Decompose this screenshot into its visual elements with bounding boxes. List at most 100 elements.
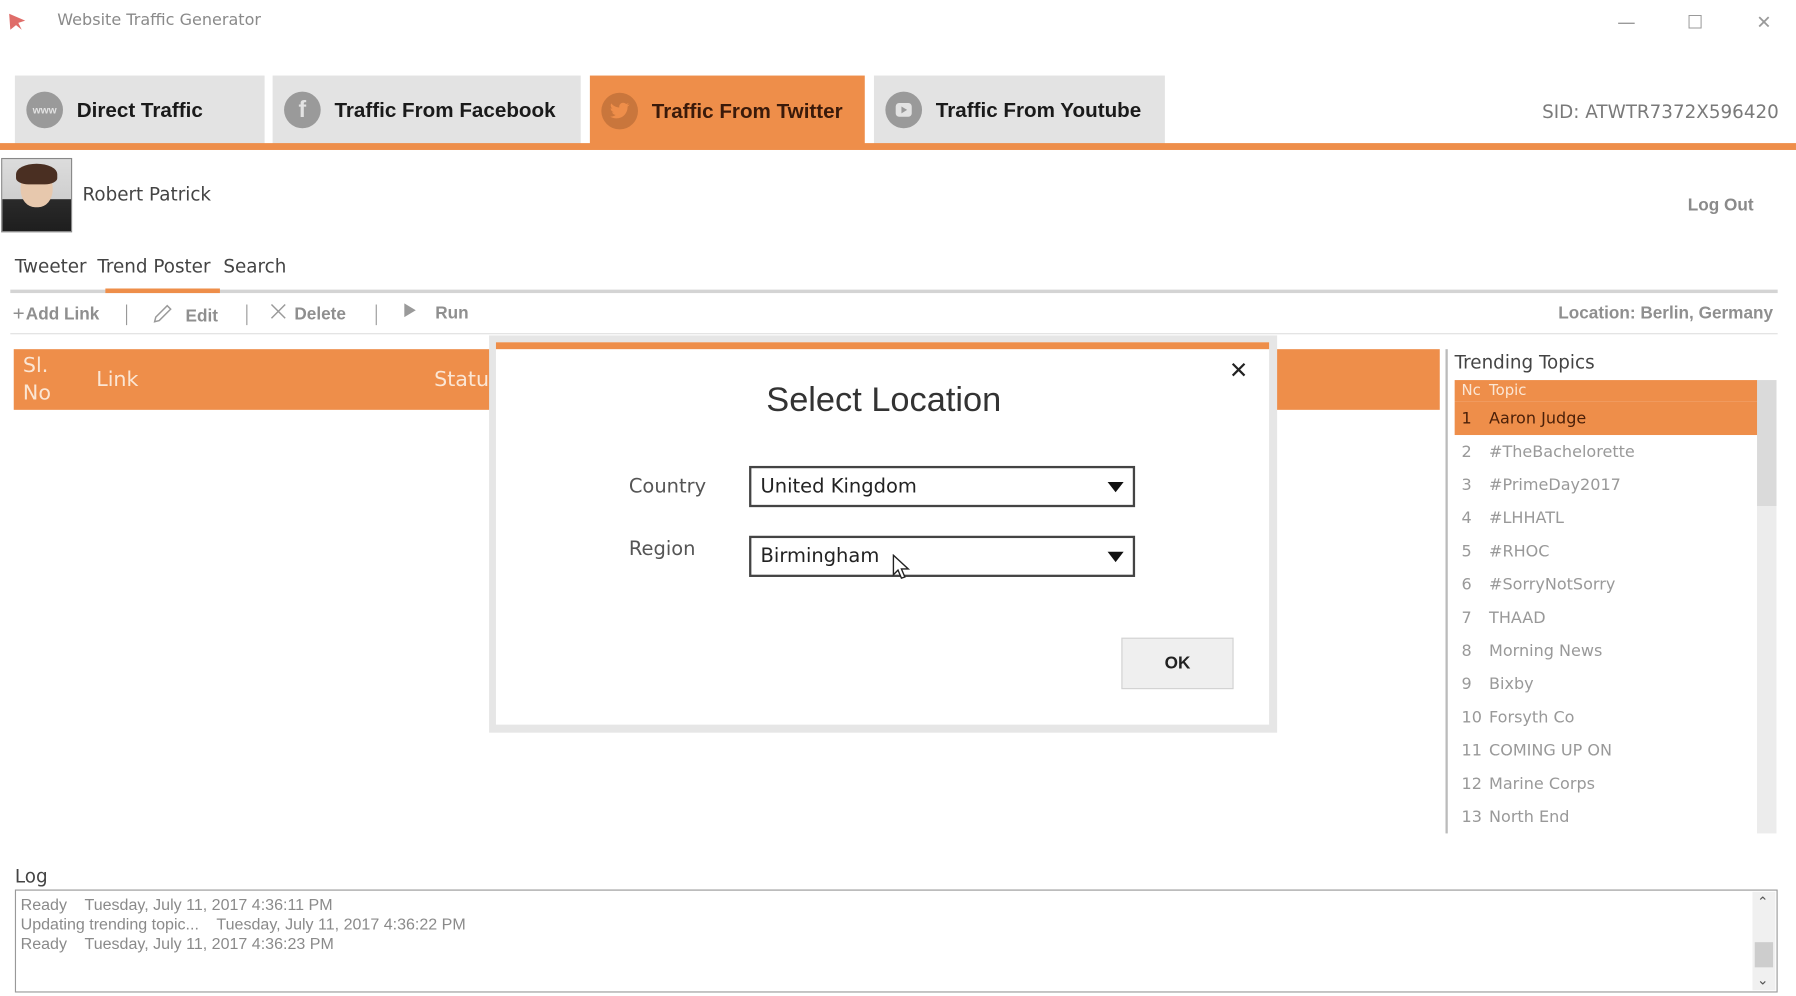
topic-name: Morning News — [1489, 641, 1603, 660]
topic-number: 13 — [1461, 807, 1482, 826]
play-icon — [403, 302, 417, 323]
plus-icon: + — [12, 302, 25, 326]
tab-label: Traffic From Facebook — [334, 97, 556, 121]
topic-number: 12 — [1461, 774, 1482, 793]
toolbar-separator — [125, 304, 128, 326]
trending-topic-item[interactable]: 7 THAAD — [1455, 601, 1757, 634]
add-link-button[interactable]: + Add Link — [13, 302, 100, 326]
topic-name: #TheBachelorette — [1489, 442, 1635, 461]
topic-name: #RHOC — [1489, 542, 1550, 561]
trending-topics-list: Nc Topic 1 Aaron Judge 2 #TheBachelorette 3 #… — [1454, 380, 1758, 833]
trending-topic-item[interactable]: 13 North End — [1455, 800, 1757, 833]
facebook-icon: f — [284, 91, 321, 129]
trending-topic-item[interactable]: 1 Aaron Judge — [1454, 401, 1758, 436]
trending-topic-item[interactable]: 2 #TheBachelorette — [1455, 435, 1757, 468]
log-textarea[interactable]: Ready Tuesday, July 11, 2017 4:36:11 PM U… — [14, 889, 1778, 993]
toolbar-separator — [246, 304, 248, 326]
column-header-sl-no[interactable]: Sl. No — [23, 353, 51, 408]
log-entry: Ready Tuesday, July 11, 2017 4:36:11 PM — [20, 895, 333, 914]
maximize-button[interactable]: ☐ — [1672, 7, 1718, 37]
log-entry: Ready Tuesday, July 11, 2017 4:36:23 PM — [20, 934, 334, 953]
run-label: Run — [435, 302, 469, 323]
user-name: Robert Patrick — [82, 183, 212, 205]
dialog-title: Select Location — [766, 381, 1002, 419]
column-header-sl-no-line1: Sl. — [22, 353, 49, 378]
delete-label: Delete — [294, 303, 346, 324]
tab-traffic-from-youtube[interactable]: Traffic From Youtube — [873, 75, 1165, 145]
subtab-tweeter[interactable]: Tweeter — [15, 255, 87, 277]
trending-topic-item[interactable]: 4 #LHHATL — [1455, 501, 1757, 534]
topic-number: 10 — [1461, 708, 1482, 727]
tab-traffic-from-twitter[interactable]: Traffic From Twitter — [589, 75, 865, 147]
region-value: Birmingham — [760, 544, 880, 568]
topic-name: #PrimeDay2017 — [1489, 475, 1621, 494]
toolbar-separator — [375, 304, 377, 326]
avatar — [1, 157, 73, 233]
topic-number: 4 — [1461, 508, 1472, 528]
trending-topic-item[interactable]: 6 #SorryNotSorry — [1455, 568, 1757, 601]
log-scrollbar-thumb[interactable] — [1754, 942, 1774, 968]
chevron-down-icon — [1107, 481, 1124, 492]
tab-label: Traffic From Youtube — [935, 97, 1142, 121]
trending-topic-item[interactable]: 10 Forsyth Co — [1455, 701, 1757, 734]
minimize-button[interactable]: — — [1604, 7, 1650, 37]
header-no: Nc — [1461, 382, 1481, 400]
subtab-search[interactable]: Search — [223, 255, 286, 277]
trending-topic-item[interactable]: 9 Bixby — [1455, 667, 1757, 700]
topic-number: 8 — [1461, 641, 1472, 660]
dialog-close-button[interactable]: ✕ — [1229, 356, 1248, 383]
edit-button[interactable]: Edit — [151, 302, 218, 329]
column-header-link[interactable]: Link — [96, 367, 138, 391]
add-link-label: Add Link — [25, 304, 100, 324]
trending-scrollbar-thumb[interactable] — [1757, 380, 1777, 507]
tab-label: Direct Traffic — [76, 97, 203, 121]
subtab-active-indicator — [105, 288, 220, 294]
log-scrollbar[interactable]: ⌃ ⌄ — [1752, 891, 1776, 991]
topic-number: 2 — [1461, 442, 1472, 461]
topic-number: 3 — [1461, 475, 1472, 494]
logout-link[interactable]: Log Out — [1688, 196, 1754, 215]
topic-name: #SorryNotSorry — [1489, 575, 1616, 594]
country-select[interactable]: United Kingdom — [749, 465, 1136, 508]
log-entry: Updating trending topic... Tuesday, July… — [20, 914, 466, 934]
trending-topic-item[interactable]: 3 #PrimeDay2017 — [1455, 468, 1757, 501]
column-header-sl-no-line2: No — [22, 381, 51, 406]
topic-number: 6 — [1461, 575, 1472, 594]
edit-label: Edit — [185, 306, 219, 326]
subtab-divider — [10, 289, 1778, 294]
delete-button[interactable]: Delete — [269, 302, 346, 325]
select-location-dialog: ✕ Select Location Country United Kingdom… — [495, 342, 1270, 725]
topic-number: 11 — [1461, 741, 1482, 760]
topic-number: 5 — [1461, 542, 1472, 561]
app-logo-icon — [7, 11, 28, 32]
log-label: Log — [14, 865, 48, 888]
trending-topics-title: Trending Topics — [1454, 351, 1595, 374]
scroll-down-icon[interactable]: ⌄ — [1757, 972, 1769, 988]
current-location: Location: Berlin, Germany — [1558, 303, 1774, 323]
region-select[interactable]: Birmingham — [749, 535, 1136, 577]
trending-topic-item[interactable]: 11 COMING UP ON — [1455, 734, 1757, 767]
twitter-icon — [601, 92, 638, 130]
ok-button[interactable]: OK — [1121, 637, 1234, 690]
header-topic: Topic — [1489, 382, 1527, 400]
run-button[interactable]: Run — [403, 302, 469, 323]
trending-topic-item[interactable]: 8 Morning News — [1455, 634, 1757, 667]
country-label: Country — [628, 475, 707, 498]
country-value: United Kingdom — [760, 475, 917, 498]
trending-topic-item[interactable]: 12 Marine Corps — [1455, 767, 1757, 800]
topic-name: Bixby — [1489, 674, 1534, 694]
trending-list-header: Nc Topic — [1454, 380, 1758, 402]
tab-direct-traffic[interactable]: www Direct Traffic — [14, 75, 265, 145]
region-label: Region — [628, 538, 696, 561]
trending-topic-item[interactable]: 5 #RHOC — [1455, 535, 1757, 568]
subtab-trend-poster[interactable]: Trend Poster — [97, 255, 210, 277]
scroll-up-icon[interactable]: ⌃ — [1757, 894, 1769, 910]
session-id: SID: ATWTR7372X596420 — [1542, 100, 1779, 123]
topic-name: COMING UP ON — [1489, 741, 1613, 760]
tab-traffic-from-facebook[interactable]: f Traffic From Facebook — [272, 75, 581, 145]
topic-number: 9 — [1461, 674, 1472, 694]
close-window-button[interactable]: ✕ — [1741, 7, 1787, 37]
tab-label: Traffic From Twitter — [651, 99, 843, 122]
toolbar-divider — [10, 333, 1778, 335]
youtube-icon — [885, 91, 923, 129]
